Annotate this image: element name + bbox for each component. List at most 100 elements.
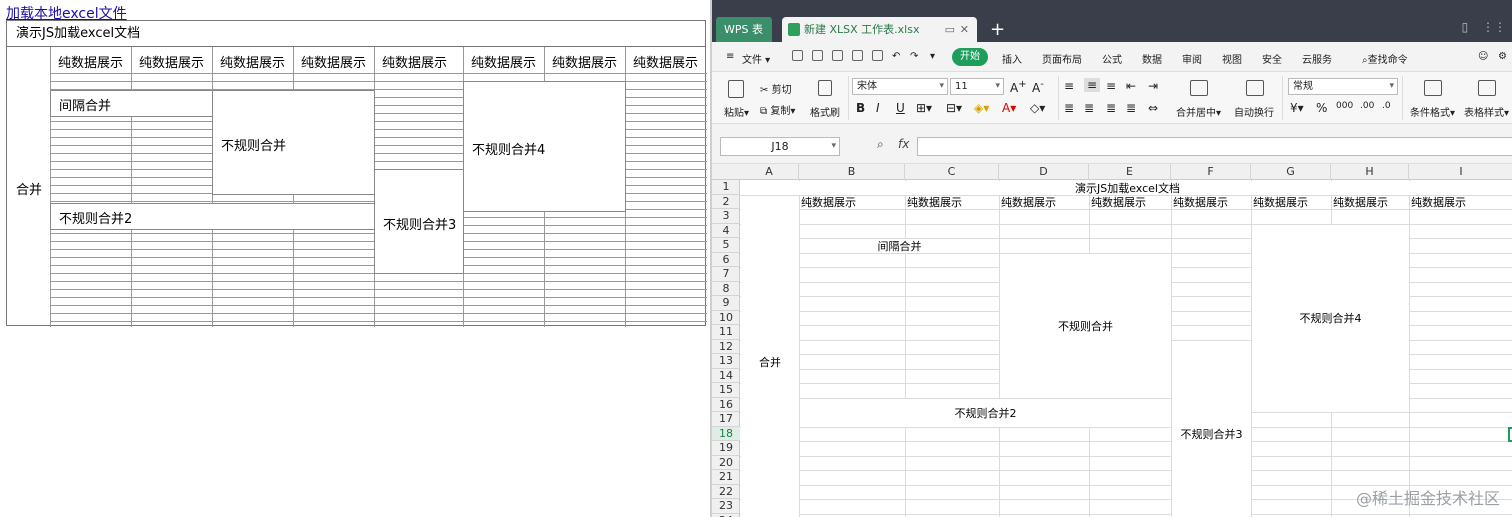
close-tab-icon[interactable]: ✕ <box>960 17 969 42</box>
export-icon[interactable] <box>872 50 883 61</box>
row-header[interactable]: 22 <box>712 485 740 499</box>
menu-review[interactable]: 审阅 <box>1182 51 1202 66</box>
table-style-button[interactable]: 表格样式▾ <box>1464 104 1509 119</box>
row-header[interactable]: 8 <box>712 282 740 296</box>
cut-button[interactable]: ✂ 剪切 <box>760 81 792 96</box>
conditional-format-button[interactable]: 条件格式▾ <box>1410 104 1455 119</box>
row-header[interactable]: 17 <box>712 412 740 427</box>
column-header[interactable]: A <box>740 164 799 180</box>
cell-header[interactable]: 纯数据展示 <box>1253 195 1330 209</box>
cell-irregular-merge[interactable]: 不规则合并 <box>1000 253 1171 398</box>
wrap-text-button[interactable]: 自动换行 <box>1234 104 1274 119</box>
border-icon[interactable]: ⊞▾ <box>916 101 932 115</box>
row-header[interactable]: 9 <box>712 296 740 311</box>
align-top-icon[interactable]: ≡ <box>1064 79 1074 93</box>
align-left-icon[interactable]: ≣ <box>1064 101 1074 115</box>
column-header[interactable]: F <box>1171 164 1251 180</box>
menu-start[interactable]: 开始 <box>952 48 988 66</box>
row-header[interactable]: 21 <box>712 470 740 485</box>
row-header[interactable]: 15 <box>712 383 740 398</box>
menu-page-layout[interactable]: 页面布局 <box>1042 51 1082 66</box>
row-header[interactable]: 12 <box>712 340 740 354</box>
name-box[interactable]: J18 <box>720 137 840 156</box>
thousands-icon[interactable]: 000 <box>1336 101 1353 111</box>
menu-formula[interactable]: 公式 <box>1102 51 1122 66</box>
distribute-icon[interactable]: ⇔ <box>1148 101 1158 115</box>
window-mode-icon[interactable]: ▯ <box>1462 20 1469 34</box>
paste-icon[interactable] <box>728 80 744 98</box>
formula-input[interactable] <box>917 137 1512 156</box>
row-header[interactable]: 1 <box>712 180 740 195</box>
undo-icon[interactable]: ↶ <box>892 51 900 62</box>
tab-document[interactable]: 新建 XLSX 工作表.xlsx ▭ ✕ <box>782 17 977 42</box>
settings-icon[interactable]: ⚙ <box>1498 51 1507 62</box>
align-right-icon[interactable]: ≣ <box>1106 101 1116 115</box>
menu-security[interactable]: 安全 <box>1262 51 1282 66</box>
row-header[interactable]: 18 <box>712 426 740 441</box>
menu-insert[interactable]: 插入 <box>1002 51 1022 66</box>
table-style-icon[interactable] <box>1478 80 1496 96</box>
column-header[interactable]: B <box>799 164 905 180</box>
open-icon[interactable] <box>792 50 803 61</box>
bold-icon[interactable]: B <box>856 101 865 115</box>
wrap-text-icon[interactable] <box>1246 80 1264 96</box>
merge-border-icon[interactable]: ⊟▾ <box>946 101 962 115</box>
row-header[interactable]: 5 <box>712 238 740 253</box>
align-bottom-icon[interactable]: ≡ <box>1106 79 1116 93</box>
cell-interval-merge[interactable]: 间隔合并 <box>800 239 999 253</box>
menu-data[interactable]: 数据 <box>1142 51 1162 66</box>
underline-icon[interactable]: U <box>896 101 905 115</box>
print-icon[interactable] <box>832 50 843 61</box>
merge-center-icon[interactable] <box>1190 80 1208 96</box>
column-header[interactable]: G <box>1251 164 1331 180</box>
row-header[interactable]: 13 <box>712 354 740 369</box>
row-header[interactable]: 11 <box>712 325 740 340</box>
align-middle-icon[interactable]: ≡ <box>1084 78 1101 92</box>
increase-decimal-icon[interactable]: .00 <box>1360 101 1374 111</box>
search-command[interactable]: ⌕查找命令 <box>1362 51 1408 66</box>
row-header[interactable]: 7 <box>712 267 740 282</box>
currency-icon[interactable]: ¥▾ <box>1290 101 1304 115</box>
cell-header[interactable]: 纯数据展示 <box>1091 195 1170 209</box>
cell-header[interactable]: 纯数据展示 <box>1001 195 1088 209</box>
redo-icon[interactable]: ↷ <box>910 51 918 62</box>
row-header[interactable]: 23 <box>712 499 740 514</box>
indent-decrease-icon[interactable]: ⇤ <box>1126 79 1136 93</box>
cell-header[interactable]: 纯数据展示 <box>1173 195 1250 209</box>
cell-irregular-merge-2[interactable]: 不规则合并2 <box>800 398 1171 427</box>
active-cell[interactable] <box>1508 426 1512 442</box>
row-header[interactable]: 3 <box>712 209 740 224</box>
fx-icon[interactable]: fx <box>898 137 909 151</box>
cell-header[interactable]: 纯数据展示 <box>907 195 998 209</box>
align-center-icon[interactable]: ≣ <box>1084 101 1094 115</box>
column-header[interactable]: E <box>1089 164 1171 180</box>
menu-file[interactable]: 文件 ▾ <box>742 51 770 66</box>
cell-irregular-merge-3[interactable]: 不规则合并3 <box>1172 340 1251 517</box>
tab-wps-home[interactable]: WPS 表格 <box>716 17 772 61</box>
copy-button[interactable]: ⧉ 复制▾ <box>760 102 795 117</box>
restore-tab-icon[interactable]: ▭ <box>945 17 955 42</box>
row-header[interactable]: 14 <box>712 369 740 383</box>
print-preview-icon[interactable] <box>852 50 863 61</box>
conditional-format-icon[interactable] <box>1424 80 1442 96</box>
cell-header[interactable]: 纯数据展示 <box>1411 195 1512 209</box>
italic-icon[interactable]: I <box>876 101 880 115</box>
row-header[interactable]: 24 <box>712 514 740 517</box>
cell-title[interactable]: 演示JS加载excel文档 <box>741 181 1512 195</box>
justify-icon[interactable]: ≣ <box>1126 101 1136 115</box>
font-name-select[interactable]: 宋体 <box>852 78 948 95</box>
cell-header[interactable]: 纯数据展示 <box>1333 195 1408 209</box>
row-header[interactable]: 19 <box>712 441 740 456</box>
quick-access-dropdown-icon[interactable]: ▾ <box>930 51 935 62</box>
column-header[interactable]: D <box>999 164 1089 180</box>
column-header[interactable]: C <box>905 164 999 180</box>
increase-font-icon[interactable]: A+ <box>1010 79 1027 95</box>
menu-view[interactable]: 视图 <box>1222 51 1242 66</box>
zoom-icon[interactable]: ⌕ <box>877 137 884 152</box>
column-header[interactable]: I <box>1409 164 1512 180</box>
new-tab-icon[interactable]: + <box>990 17 1005 42</box>
merge-center-button[interactable]: 合并居中▾ <box>1176 104 1221 119</box>
column-header[interactable]: H <box>1331 164 1409 180</box>
percent-icon[interactable]: % <box>1316 101 1327 115</box>
number-format-select[interactable]: 常规 <box>1288 78 1398 95</box>
